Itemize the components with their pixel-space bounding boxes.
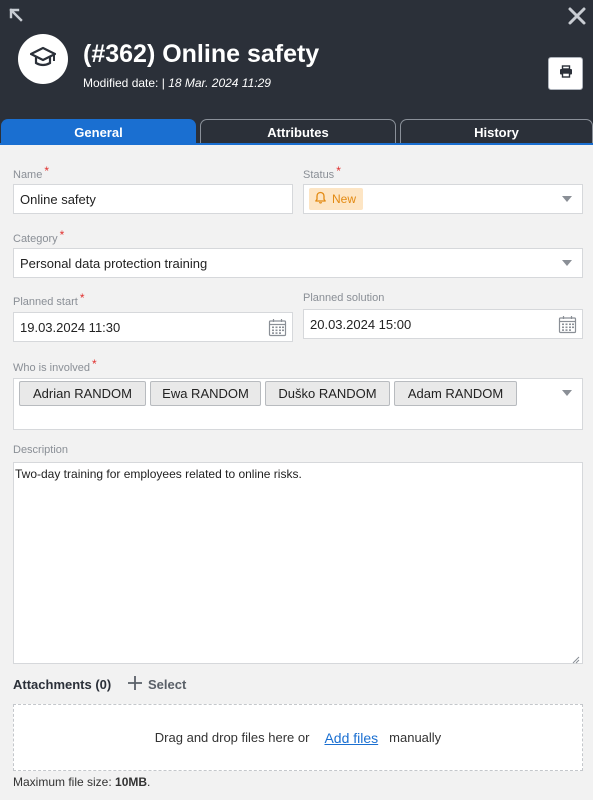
tab-label: General [74,124,123,140]
modified-date: Modified date: | 18 Mar. 2024 11:29 [83,76,271,90]
description-textarea[interactable]: Two-day training for employees related t… [13,462,583,664]
status-label: Status * [303,164,341,181]
chevron-down-icon[interactable] [562,260,572,266]
tab-history[interactable]: History [400,119,593,144]
avatar [18,34,68,84]
required-marker: * [92,357,97,371]
collapse-arrow-icon[interactable] [8,7,24,23]
graduation-cap-icon [29,46,57,73]
planned-solution-label-text: Planned solution [303,292,385,304]
name-input[interactable]: Online safety [13,184,293,214]
status-badge: New [309,188,364,210]
name-label-text: Name [13,169,43,181]
close-icon[interactable] [567,6,587,26]
max-file-size: Maximum file size: 10MB. [13,775,150,789]
tab-label: History [474,124,519,140]
print-button[interactable] [548,57,583,90]
planned-start-input[interactable]: 19.03.2024 11:30 [13,312,293,342]
description-label-text: Description [13,444,69,456]
person-name: Ewa RANDOM [162,386,249,401]
calendar-icon[interactable] [558,315,577,334]
max-size-label: Maximum file size: [13,775,112,789]
modified-separator: | [161,76,165,90]
file-dropzone[interactable]: Drag and drop files here or Add files ma… [13,704,583,771]
planned-start-value: 19.03.2024 11:30 [20,319,121,335]
tab-attributes[interactable]: Attributes [200,119,396,144]
bell-icon [314,191,327,207]
planned-start-label: Planned start * [13,291,85,308]
planned-solution-input[interactable]: 20.03.2024 15:00 [303,309,583,339]
add-files-link[interactable]: Add files [324,730,378,746]
modified-value: 18 Mar. 2024 11:29 [168,76,271,90]
planned-solution-value: 20.03.2024 15:00 [310,316,412,332]
category-value: Personal data protection training [20,255,208,271]
modified-label: Modified date: [83,76,159,90]
name-label: Name * [13,164,50,181]
max-size-suffix: . [147,775,151,789]
printer-icon [559,64,573,83]
calendar-icon[interactable] [268,318,287,337]
involved-label: Who is involved * [13,357,97,374]
required-marker: * [336,164,341,178]
plus-icon [127,675,143,694]
tab-general[interactable]: General [1,119,196,144]
chevron-down-icon[interactable] [562,390,572,396]
description-value: Two-day training for employees related t… [15,467,302,481]
person-chip[interactable]: Adam RANDOM [394,381,517,406]
name-value: Online safety [20,191,96,207]
status-select[interactable]: New [303,184,583,214]
person-name: Adam RANDOM [407,386,504,401]
page-title: (#362) Online safety [83,40,320,68]
category-label-text: Category [13,233,58,245]
person-chip[interactable]: Adrian RANDOM [19,381,146,406]
required-marker: * [59,228,65,242]
tab-label: Attributes [267,124,329,140]
category-select[interactable]: Personal data protection training [13,248,583,278]
planned-start-label-text: Planned start [13,296,78,308]
max-size-value: 10MB [115,775,148,789]
attachments-title: Attachments (0) [13,677,112,692]
select-files-button[interactable]: Select [127,675,186,694]
person-name: Adrian RANDOM [33,386,132,401]
description-label: Description [13,444,68,456]
person-chip[interactable]: Ewa RANDOM [150,381,261,406]
required-marker: * [44,164,50,178]
manually-text: manually [389,730,442,745]
drop-text: Drag and drop files here or [154,730,310,745]
status-value: New [332,192,357,206]
person-name: Duško RANDOM [278,386,377,401]
tab-underline [0,143,593,145]
category-label: Category * [13,228,65,245]
select-label: Select [148,677,187,692]
resize-grip-icon[interactable] [572,653,580,664]
status-label-text: Status [303,169,335,181]
involved-label-text: Who is involved [13,362,91,374]
planned-solution-label: Planned solution [303,292,384,304]
required-marker: * [79,291,85,305]
chevron-down-icon[interactable] [562,196,572,202]
person-chip[interactable]: Duško RANDOM [265,381,390,406]
